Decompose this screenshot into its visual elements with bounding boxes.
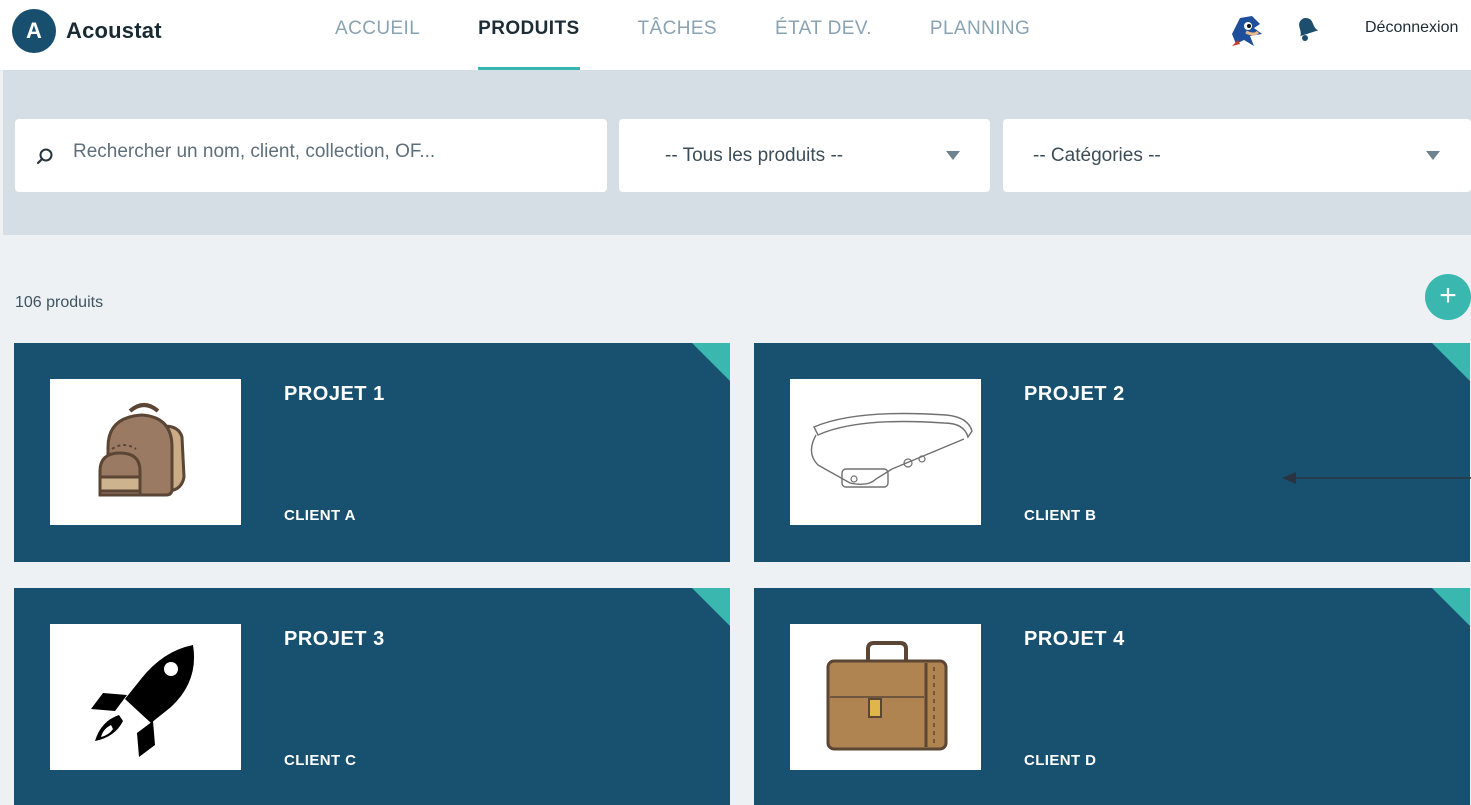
main-nav: ACCUEIL PRODUITS TÂCHES ÉTAT DEV. PLANNI… — [335, 0, 1030, 70]
briefcase-icon — [826, 641, 947, 751]
page: A Acoustat ACCUEIL PRODUITS TÂCHES ÉTAT … — [0, 0, 1471, 805]
rocket-icon — [90, 645, 194, 757]
product-card[interactable]: PROJET 3 CLIENT C — [14, 588, 730, 805]
card-title: PROJET 4 — [1024, 628, 1125, 650]
annotation-arrow — [1282, 472, 1471, 484]
nav-item-etat-dev[interactable]: ÉTAT DEV. — [775, 0, 872, 70]
card-title: PROJET 3 — [284, 628, 385, 650]
chevron-down-icon — [946, 151, 960, 160]
filter-bar: -- Tous les produits -- -- Catégories -- — [3, 70, 1471, 235]
smart-glasses-icon — [810, 412, 973, 488]
card-client: CLIENT B — [1024, 507, 1097, 524]
backpack-icon — [98, 403, 186, 497]
nav-item-accueil[interactable]: ACCUEIL — [335, 0, 420, 70]
user-avatar[interactable] — [1224, 10, 1268, 50]
card-corner-tag — [1432, 588, 1470, 626]
card-client: CLIENT D — [1024, 752, 1097, 769]
card-client: CLIENT A — [284, 507, 356, 524]
brand-name: Acoustat — [66, 18, 162, 43]
card-corner-tag — [692, 343, 730, 381]
product-thumbnail — [790, 379, 981, 525]
search-input[interactable] — [73, 141, 593, 163]
nav-item-taches[interactable]: TÂCHES — [638, 0, 717, 70]
product-thumbnail — [50, 624, 241, 770]
product-card[interactable]: PROJET 1 CLIENT A — [14, 343, 730, 562]
card-client: CLIENT C — [284, 752, 357, 769]
card-corner-tag — [692, 588, 730, 626]
card-title: PROJET 2 — [1024, 383, 1125, 405]
product-thumbnail — [790, 624, 981, 770]
categories-select[interactable]: -- Catégories -- — [1003, 119, 1471, 192]
add-product-button[interactable]: + — [1425, 274, 1471, 320]
categories-select-value: -- Catégories -- — [1033, 145, 1161, 166]
product-card[interactable]: PROJET 2 CLIENT B — [754, 343, 1470, 562]
card-title: PROJET 1 — [284, 383, 385, 405]
card-corner-tag — [1432, 343, 1470, 381]
brand-logo: A — [12, 9, 56, 53]
search-box[interactable] — [15, 119, 607, 192]
product-thumbnail — [50, 379, 241, 525]
brand[interactable]: A Acoustat — [12, 9, 162, 53]
products-select[interactable]: -- Tous les produits -- — [619, 119, 990, 192]
logout-link[interactable]: Déconnexion — [1365, 19, 1458, 37]
product-card[interactable]: PROJET 4 CLIENT D — [754, 588, 1470, 805]
notification-bell-icon[interactable] — [1290, 12, 1322, 44]
nav-item-produits[interactable]: PRODUITS — [478, 0, 580, 70]
product-count: 106 produits — [15, 294, 104, 311]
nav-item-planning[interactable]: PLANNING — [930, 0, 1030, 70]
top-navigation-bar: A Acoustat ACCUEIL PRODUITS TÂCHES ÉTAT … — [0, 0, 1471, 70]
search-icon — [36, 148, 53, 165]
products-select-value: -- Tous les produits -- — [665, 145, 844, 166]
chevron-down-icon — [1426, 151, 1440, 160]
